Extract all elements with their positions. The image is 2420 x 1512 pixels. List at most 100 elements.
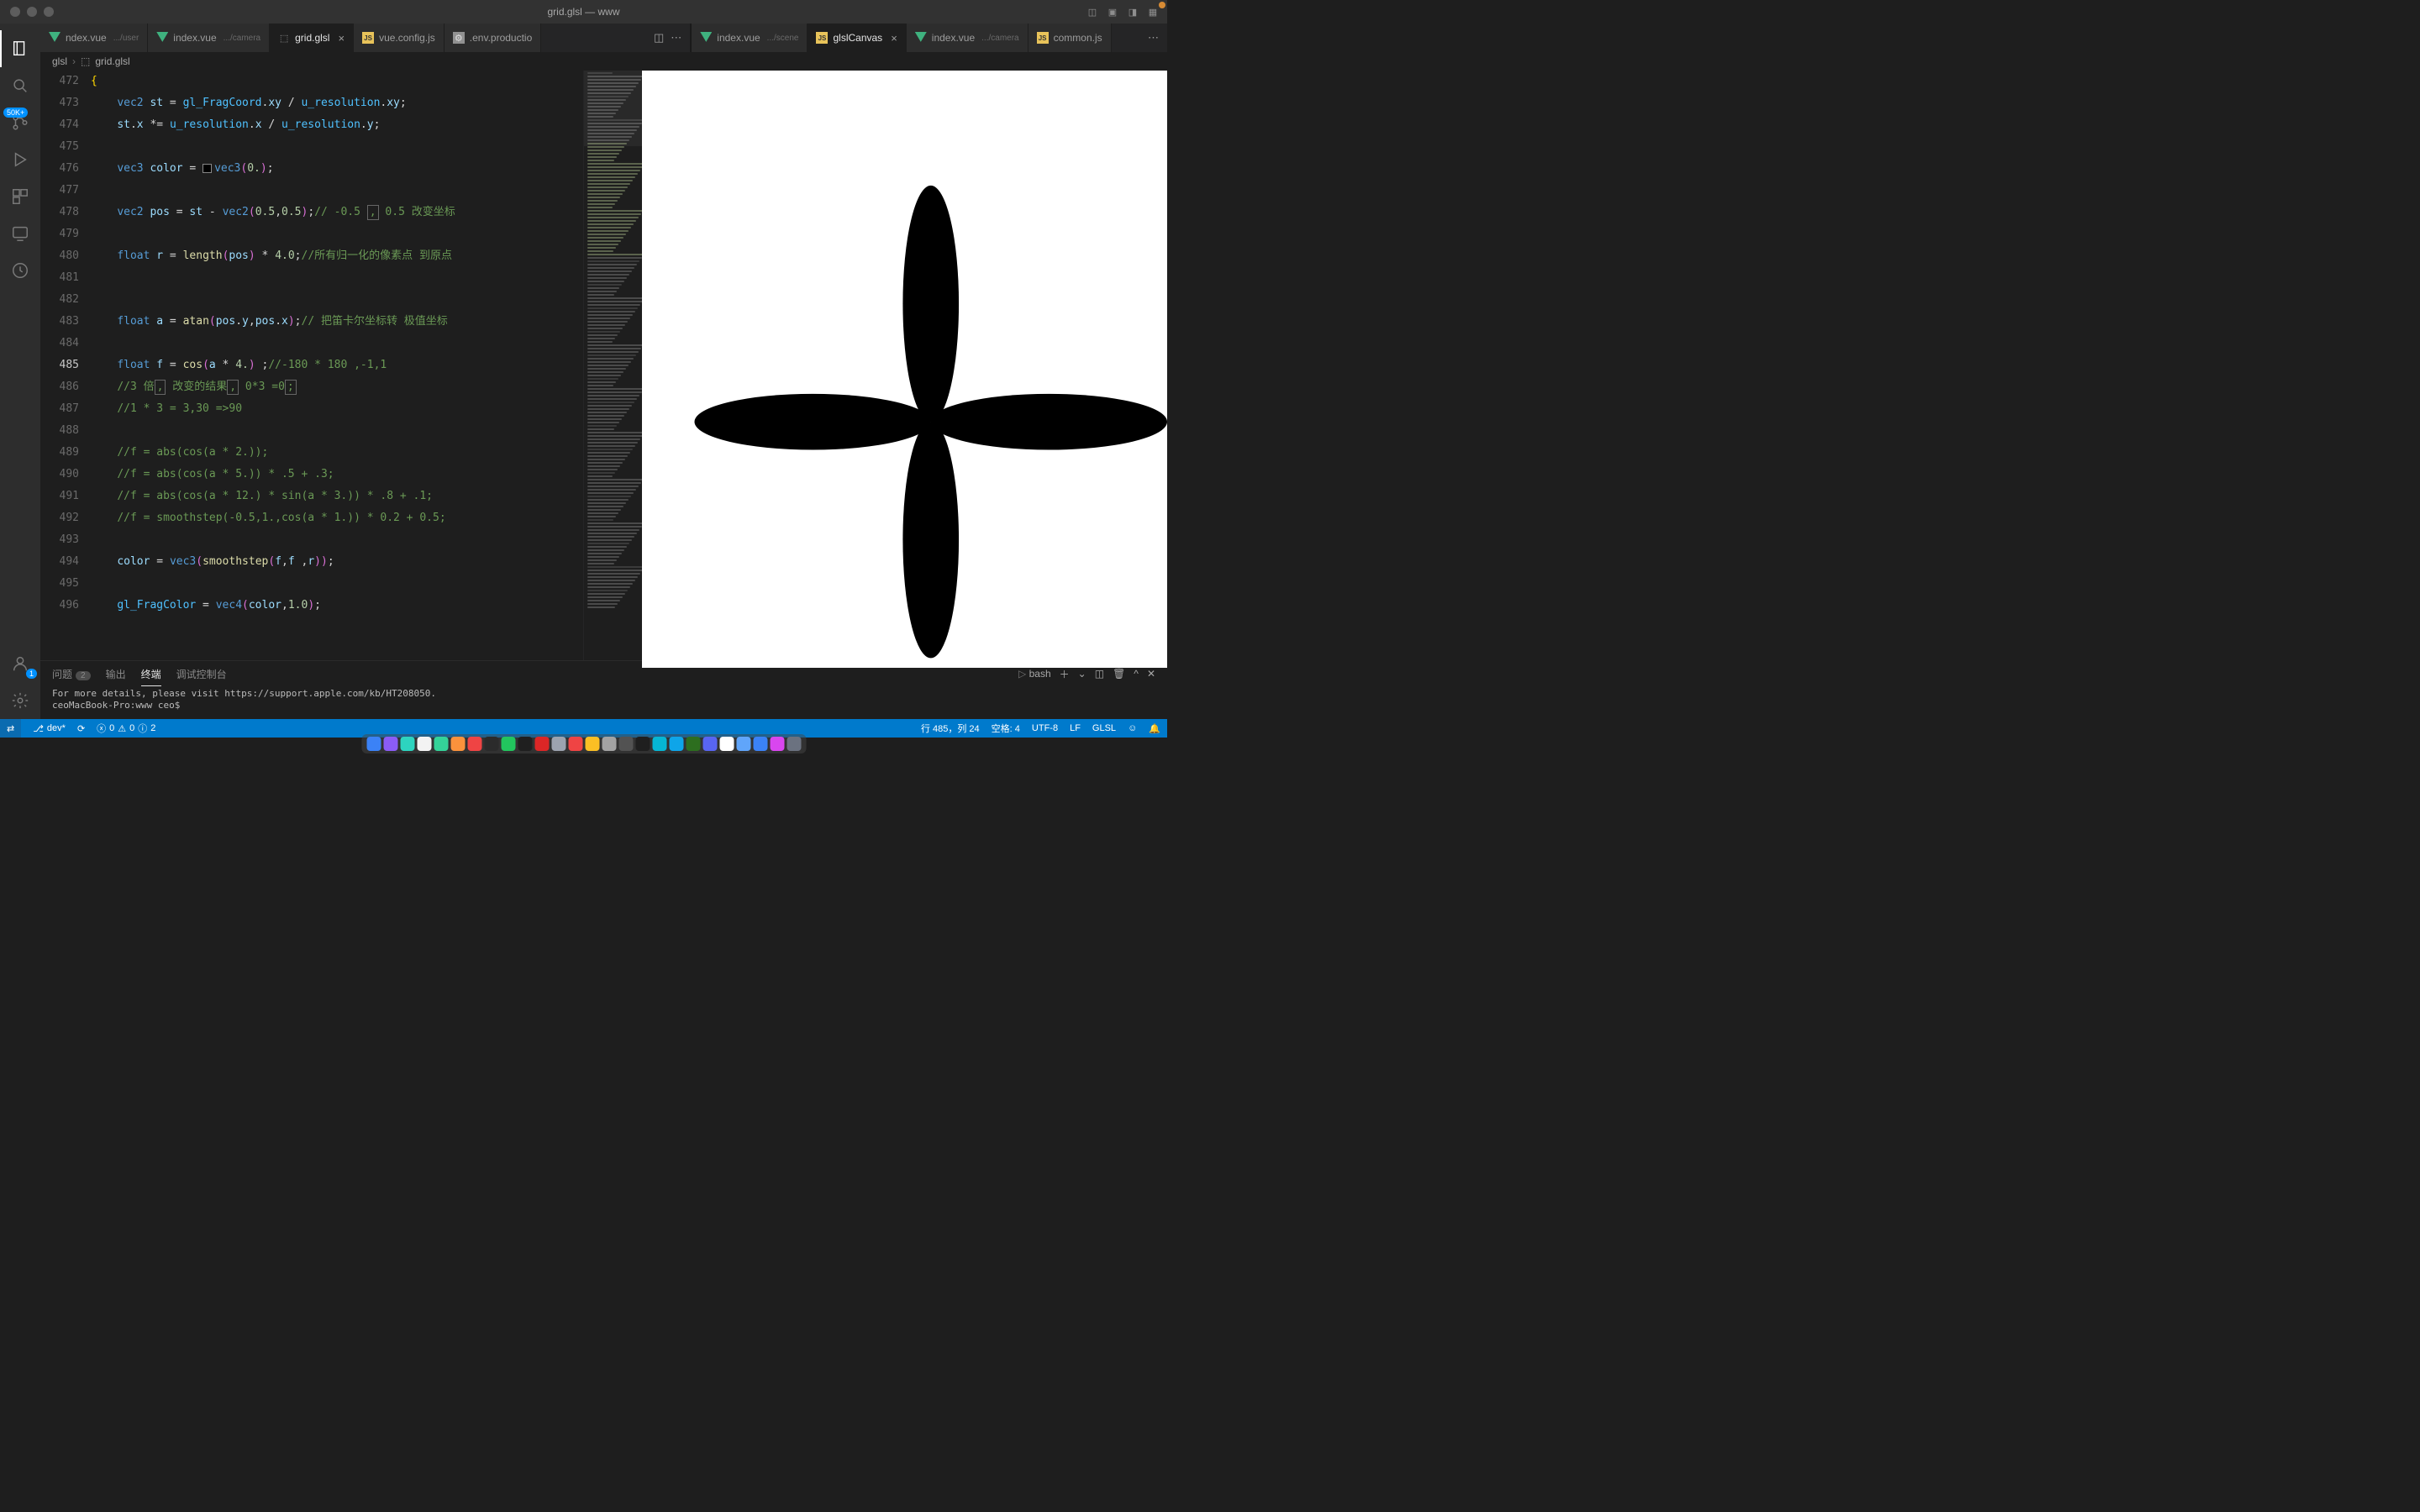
scm-badge: 50K+ xyxy=(3,108,28,118)
editor-tab[interactable]: JSvue.config.js xyxy=(354,24,445,52)
dock-app-icon[interactable] xyxy=(786,737,801,751)
dock-app-icon[interactable] xyxy=(434,737,448,751)
editor-tab[interactable]: index.vue.../scene xyxy=(692,24,808,52)
extensions-icon[interactable] xyxy=(0,178,40,215)
terminal-shell-label[interactable]: ▷ bash xyxy=(1018,668,1051,680)
dock-app-icon[interactable] xyxy=(770,737,784,751)
dock-app-icon[interactable] xyxy=(669,737,683,751)
maximize-panel-icon[interactable]: ^ xyxy=(1134,668,1139,680)
dock-app-icon[interactable] xyxy=(467,737,481,751)
remote-explorer-icon[interactable] xyxy=(0,215,40,252)
env-file-icon: ⚙ xyxy=(453,32,465,44)
breadcrumb-seg[interactable]: grid.glsl xyxy=(95,55,129,67)
toggle-panel-icon[interactable]: ◫ xyxy=(1085,6,1100,18)
terminal-output[interactable]: For more details, please visit https://s… xyxy=(40,686,1167,719)
close-tab-icon[interactable]: × xyxy=(891,32,897,45)
editor-tab[interactable]: index.vue.../camera xyxy=(907,24,1028,52)
source-control-icon[interactable]: 50K+ xyxy=(0,104,40,141)
status-branch[interactable]: ⎇ dev* xyxy=(33,723,66,734)
dock-app-icon[interactable] xyxy=(534,737,549,751)
status-eol[interactable]: LF xyxy=(1070,723,1081,733)
gitlens-icon[interactable] xyxy=(0,252,40,289)
editor-tab[interactable]: ⚙.env.productio xyxy=(445,24,542,52)
code-editor[interactable]: 4724734744754764774784794804814824834844… xyxy=(40,71,583,660)
dock-app-icon[interactable] xyxy=(366,737,381,751)
account-badge: 1 xyxy=(26,669,37,679)
remote-indicator[interactable]: ⇄ xyxy=(0,719,21,738)
dock-app-icon[interactable] xyxy=(518,737,532,751)
dock-app-icon[interactable] xyxy=(736,737,750,751)
macos-dock xyxy=(361,734,806,753)
dock-app-icon[interactable] xyxy=(484,737,498,751)
editor-tab[interactable]: ⬚grid.glsl× xyxy=(270,24,354,52)
split-editor-icon[interactable]: ◫ xyxy=(654,31,664,45)
dock-app-icon[interactable] xyxy=(383,737,397,751)
breadcrumb[interactable]: glsl › ⬚ grid.glsl xyxy=(40,52,1167,71)
status-language[interactable]: GLSL xyxy=(1092,723,1116,733)
panel-tab-terminal[interactable]: 终端 xyxy=(141,667,161,681)
kill-terminal-icon[interactable]: 🗑 xyxy=(1113,668,1125,680)
editor-tab[interactable]: JSglslCanvas× xyxy=(808,24,906,52)
tabs-group-right: index.vue.../sceneJSglslCanvas×index.vue… xyxy=(691,24,1139,52)
settings-gear-icon[interactable] xyxy=(0,682,40,719)
error-icon: ⓧ xyxy=(97,722,106,735)
status-indent[interactable]: 空格: 4 xyxy=(992,722,1020,735)
close-panel-icon[interactable]: ✕ xyxy=(1147,668,1155,680)
tab-path: .../user xyxy=(113,34,139,43)
dock-app-icon[interactable] xyxy=(501,737,515,751)
code-content[interactable]: { vec2 st = gl_FragCoord.xy / u_resoluti… xyxy=(87,71,583,660)
explorer-icon[interactable] xyxy=(0,30,40,67)
dock-app-icon[interactable] xyxy=(618,737,633,751)
run-debug-icon[interactable] xyxy=(0,141,40,178)
search-icon[interactable] xyxy=(0,67,40,104)
toggle-layout-icon[interactable]: ◨ xyxy=(1125,6,1140,18)
window-maximize-button[interactable] xyxy=(44,7,54,17)
notifications-icon[interactable]: 🔔 xyxy=(1149,723,1160,734)
dock-app-icon[interactable] xyxy=(450,737,465,751)
feedback-icon[interactable]: ☺ xyxy=(1128,723,1137,733)
minimap[interactable] xyxy=(583,71,642,660)
breadcrumb-seg[interactable]: glsl xyxy=(52,55,67,67)
status-encoding[interactable]: UTF-8 xyxy=(1032,723,1058,733)
dock-app-icon[interactable] xyxy=(585,737,599,751)
git-branch-icon: ⎇ xyxy=(33,723,44,734)
dock-app-icon[interactable] xyxy=(652,737,666,751)
dock-app-icon[interactable] xyxy=(417,737,431,751)
panel-tab-output[interactable]: 输出 xyxy=(106,667,126,681)
editor-tab[interactable]: ndex.vue.../user xyxy=(40,24,148,52)
close-tab-icon[interactable]: × xyxy=(338,32,345,45)
dock-app-icon[interactable] xyxy=(602,737,616,751)
window-minimize-button[interactable] xyxy=(27,7,37,17)
dock-app-icon[interactable] xyxy=(568,737,582,751)
tab-label: vue.config.js xyxy=(379,32,435,44)
dock-app-icon[interactable] xyxy=(400,737,414,751)
customize-layout-icon[interactable]: ▦ xyxy=(1145,6,1160,18)
window-close-button[interactable] xyxy=(10,7,20,17)
more-actions-right-icon[interactable]: ⋯ xyxy=(1148,31,1159,45)
panel-tab-debug[interactable]: 调试控制台 xyxy=(176,667,227,681)
status-cursor[interactable]: 行 485，列 24 xyxy=(921,722,980,735)
status-sync[interactable]: ⟳ xyxy=(77,723,85,734)
dock-app-icon[interactable] xyxy=(551,737,566,751)
dock-app-icon[interactable] xyxy=(753,737,767,751)
status-problems[interactable]: ⓧ0 ⚠0 ⓘ2 xyxy=(97,722,155,735)
activity-bar: 50K+ 1 xyxy=(0,24,40,719)
toggle-sidebar-icon[interactable]: ▣ xyxy=(1105,6,1120,18)
dock-app-icon[interactable] xyxy=(702,737,717,751)
account-icon[interactable]: 1 xyxy=(0,645,40,682)
tab-label: index.vue xyxy=(932,32,975,44)
dock-app-icon[interactable] xyxy=(635,737,650,751)
dock-app-icon[interactable] xyxy=(719,737,734,751)
more-actions-icon[interactable]: ⋯ xyxy=(671,31,681,45)
minimap-viewport[interactable] xyxy=(584,71,642,146)
split-terminal-icon[interactable]: ◫ xyxy=(1095,668,1104,680)
tabs-group-left: ndex.vue.../userindex.vue.../camera⬚grid… xyxy=(40,24,645,52)
warning-icon: ⚠ xyxy=(118,723,126,734)
terminal-dropdown-icon[interactable]: ⌄ xyxy=(1078,668,1086,680)
panel-tab-problems[interactable]: 问题2 xyxy=(52,667,91,681)
new-terminal-icon[interactable]: ＋ xyxy=(1060,667,1070,681)
dock-app-icon[interactable] xyxy=(686,737,700,751)
editor-tab[interactable]: JScommon.js xyxy=(1028,24,1112,52)
cube-icon: ⬚ xyxy=(81,55,90,67)
editor-tab[interactable]: index.vue.../camera xyxy=(148,24,270,52)
